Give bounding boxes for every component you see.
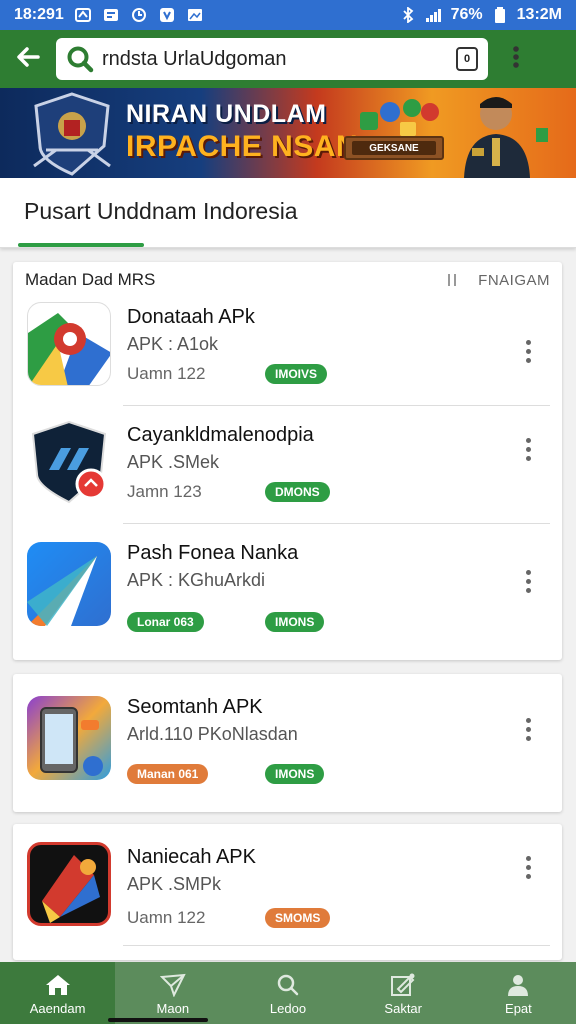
more-vert-icon (512, 45, 520, 74)
app-icon-maps (27, 302, 111, 386)
person-icon (504, 971, 532, 999)
status-time-right: 13:2M (516, 6, 562, 23)
app-name: Seomtanh APK (127, 696, 263, 718)
item-menu-button[interactable] (516, 336, 540, 366)
nav-label: Ledoo (269, 1000, 307, 1016)
pause-icon[interactable] (448, 274, 457, 286)
home-indicator (108, 1018, 208, 1022)
banner-title-line2: IRPACHE NSAN (126, 130, 359, 163)
item-menu-button[interactable] (516, 434, 540, 464)
section-action-label[interactable]: FNAIGAM (478, 272, 550, 289)
item-menu-button[interactable] (516, 566, 540, 596)
back-button[interactable] (0, 30, 56, 88)
shield-icon (158, 7, 176, 23)
battery-percent: 76% (450, 6, 483, 23)
divider (123, 945, 550, 946)
status-badge[interactable]: IMOIVS (265, 364, 328, 384)
app-name: Pash Fonea Nanka (127, 542, 299, 564)
arrow-left-icon (14, 43, 42, 76)
page-title: Pusart Unddnam Indoresia (24, 198, 298, 224)
nav-label: Maon (156, 1000, 190, 1016)
app-date: Uamn 122 (127, 908, 206, 927)
nav-item-home[interactable]: Aaendam (0, 962, 116, 1024)
status-badge[interactable]: IMONS (265, 612, 325, 632)
icons-cluster-icon (360, 98, 444, 143)
app-icon-paper-plane (27, 542, 111, 626)
app-name: Donataah APk (127, 306, 255, 328)
app-subtitle: APK : A1ok (127, 334, 219, 354)
tab-count-label: 0 (463, 53, 471, 65)
app-subtitle: APK : KGhuArkdi (127, 570, 266, 590)
app-date: Uamn 122 (127, 364, 206, 383)
list-item[interactable]: Seomtanh APK Arld.110 PKoNlasdan Manan 0… (13, 674, 562, 812)
app-subtitle: APK .SMPk (127, 874, 222, 894)
list-item[interactable]: Cayankldmalenodpia APK .SMek Jamn 123 DM… (13, 406, 562, 524)
app-icon-phone (27, 696, 111, 780)
banner-badge: GEKSANE (352, 141, 436, 155)
nav-label: Epat (505, 1000, 532, 1016)
bluetooth-icon (399, 7, 417, 23)
app-date: Jamn 123 (127, 482, 202, 501)
nav-label: Aaendam (29, 1000, 86, 1016)
status-bar: 18:291 76% 13:2M (0, 0, 576, 30)
bottom-navigation: Aaendam Maon Ledoo Saktar Epat (0, 962, 576, 1024)
officer-illustration-icon (448, 88, 548, 178)
search-icon (274, 971, 302, 999)
item-menu-button[interactable] (516, 852, 540, 882)
signal-icon (425, 7, 443, 23)
app-list-card: Seomtanh APK Arld.110 PKoNlasdan Manan 0… (13, 674, 562, 812)
tab-indicator (18, 243, 144, 247)
nav-item-profile[interactable]: Epat (461, 962, 576, 1024)
app-list-card: Naniecah APK APK .SMPk Uamn 122 SMOMS (13, 824, 562, 960)
image-icon (186, 7, 204, 23)
section-title: Madan Dad MRS (25, 270, 156, 289)
nav-item-messages[interactable]: Maon (115, 962, 230, 1024)
emblem-icon (26, 90, 118, 176)
nav-item-search[interactable]: Ledoo (230, 962, 345, 1024)
overflow-menu-button[interactable] (488, 30, 544, 88)
list-item[interactable]: Pash Fonea Nanka APK : KGhuArkdi Lonar 0… (13, 524, 562, 654)
tag-badge[interactable]: Manan 061 (127, 764, 209, 784)
paper-plane-icon (159, 971, 187, 999)
tag-badge[interactable]: Lonar 063 (127, 612, 204, 632)
battery-icon (491, 7, 509, 23)
status-badge[interactable]: DMONS (265, 482, 330, 502)
app-icon-shield (27, 420, 111, 504)
sync-icon (130, 7, 148, 23)
notification-icon (74, 7, 92, 23)
search-icon (66, 45, 94, 73)
home-icon (44, 971, 72, 999)
nav-label: Saktar (384, 1000, 422, 1016)
tab-count-button[interactable]: 0 (456, 47, 478, 71)
status-badge[interactable]: IMONS (265, 764, 325, 784)
list-item[interactable]: Naniecah APK APK .SMPk Uamn 122 SMOMS (13, 824, 562, 960)
status-time-left: 18:291 (14, 6, 64, 23)
page-header: Pusart Unddnam Indoresia (0, 178, 576, 248)
list-item[interactable]: Donataah APk APK : A1ok Uamn 122 IMOIVS (13, 288, 562, 406)
status-badge[interactable]: SMOMS (265, 908, 331, 928)
app-subtitle: APK .SMek (127, 452, 220, 472)
app-icon-spinner (27, 842, 111, 926)
app-subtitle: Arld.110 PKoNlasdan (127, 724, 298, 744)
app-name: Cayankldmalenodpia (127, 424, 314, 446)
edit-icon (389, 971, 417, 999)
banner-title-line1: NIRAN UNDLAM (126, 100, 327, 128)
app-name: Naniecah APK (127, 846, 256, 868)
app-list-card: Madan Dad MRS FNAIGAM Donataah APk APK :… (13, 262, 562, 660)
search-input[interactable] (94, 47, 456, 71)
nav-item-edit[interactable]: Saktar (346, 962, 461, 1024)
promo-banner[interactable]: NIRAN UNDLAM IRPACHE NSAN GEKSANE (0, 88, 576, 178)
app-bar: 0 (0, 30, 576, 88)
item-menu-button[interactable] (516, 714, 540, 744)
search-box[interactable]: 0 (56, 38, 488, 80)
message-icon (102, 7, 120, 23)
